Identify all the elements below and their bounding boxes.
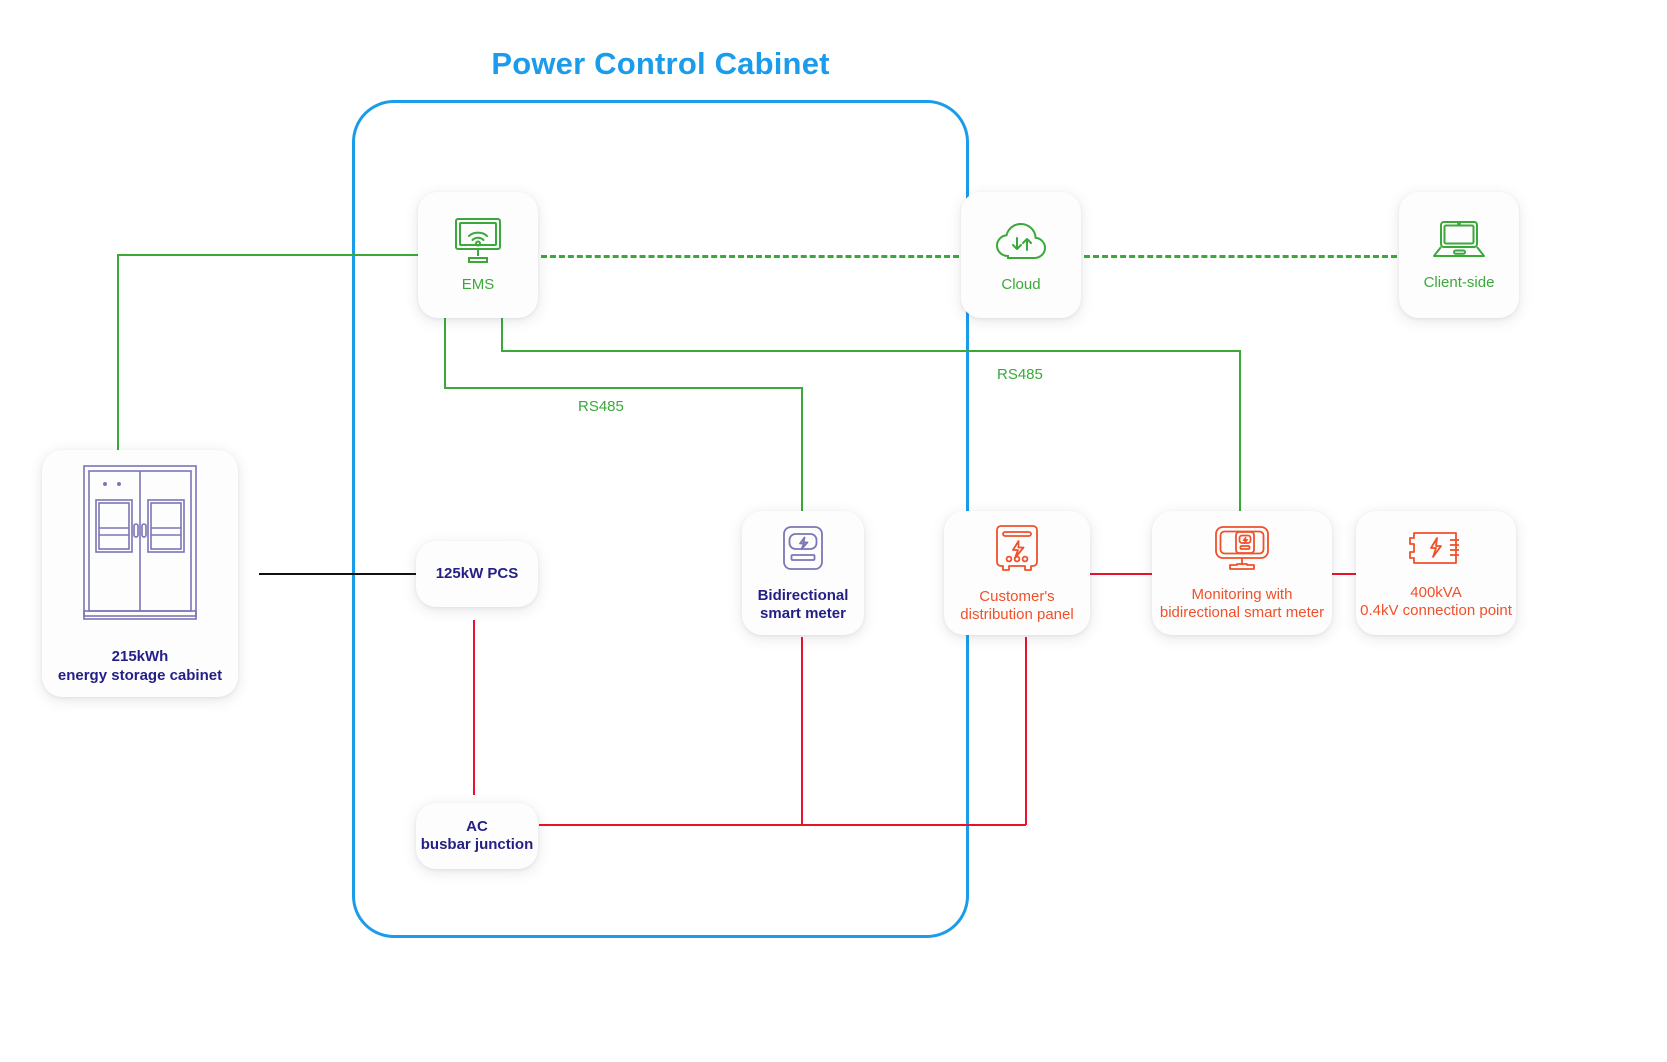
line-ac-busbar-main (539, 824, 1026, 826)
diagram-canvas: Power Control Cabinet RS485 RS485 EMS Cl… (0, 0, 1667, 1062)
node-ac-busbar-junction[interactable]: AC busbar junction (416, 803, 538, 869)
line-rs485-right-horizontal (501, 350, 1240, 352)
smart-meter-icon (777, 523, 829, 580)
line-busbar-to-smart-meter (801, 637, 803, 825)
line-ems-rs485-right-vertical (501, 318, 503, 351)
node-pcs[interactable]: 125kW PCS (416, 541, 538, 607)
line-ems-to-cloud-dashed (541, 255, 959, 258)
distribution-panel-icon (992, 522, 1042, 581)
node-customers-distribution-panel-label: Customer's distribution panel (960, 587, 1074, 623)
node-ems[interactable]: EMS (418, 192, 538, 318)
line-cloud-to-client-dashed (1084, 255, 1397, 258)
node-energy-storage-cabinet[interactable]: 215kWh energy storage cabinet (42, 450, 238, 697)
line-ess-to-ems-vertical (117, 254, 119, 454)
transformer-icon (1406, 526, 1466, 577)
storage-cabinet-icon (80, 462, 200, 632)
node-pcs-label: 125kW PCS (435, 564, 519, 582)
monitor-wifi-icon (451, 216, 505, 269)
line-rs485-right-down-to-monitoring (1239, 350, 1241, 512)
node-bidirectional-smart-meter[interactable]: Bidirectional smart meter (742, 511, 864, 635)
node-client-side-label: Client-side (1423, 273, 1495, 291)
line-rs485-left-horizontal (444, 387, 802, 389)
line-ess-to-ems-horizontal (117, 254, 419, 256)
rs485-left-label: RS485 (578, 398, 624, 415)
node-monitoring-label: Monitoring with bidirectional smart mete… (1159, 585, 1325, 621)
page-title: Power Control Cabinet (491, 46, 830, 81)
node-cloud-label: Cloud (1001, 275, 1041, 293)
laptop-icon (1430, 218, 1488, 267)
monitor-meter-icon (1211, 524, 1273, 579)
node-customers-distribution-panel[interactable]: Customer's distribution panel (944, 511, 1090, 635)
line-busbar-to-distribution-panel (1025, 637, 1027, 825)
line-rs485-left-down-to-meter (801, 387, 803, 512)
line-ems-rs485-left-vertical (444, 318, 446, 388)
node-ac-busbar-junction-label: AC busbar junction (420, 817, 534, 853)
node-energy-storage-cabinet-label: 215kWh energy storage cabinet (57, 648, 223, 684)
node-client-side[interactable]: Client-side (1399, 192, 1519, 318)
line-monitoring-to-connection-point (1331, 573, 1357, 575)
line-panel-to-monitoring (1089, 573, 1153, 575)
cloud-sync-icon (992, 216, 1050, 269)
node-connection-point-label: 400kVA 0.4kV connection point (1360, 583, 1512, 619)
node-bidirectional-smart-meter-label: Bidirectional smart meter (757, 586, 849, 622)
line-pcs-to-ac-busbar (473, 620, 475, 795)
node-monitoring-bidirectional-smart-meter[interactable]: Monitoring with bidirectional smart mete… (1152, 511, 1332, 635)
node-connection-point[interactable]: 400kVA 0.4kV connection point (1356, 511, 1516, 635)
rs485-right-label: RS485 (997, 366, 1043, 383)
line-ess-to-pcs-dc (259, 573, 417, 575)
node-cloud[interactable]: Cloud (961, 192, 1081, 318)
node-ems-label: EMS (461, 275, 495, 293)
